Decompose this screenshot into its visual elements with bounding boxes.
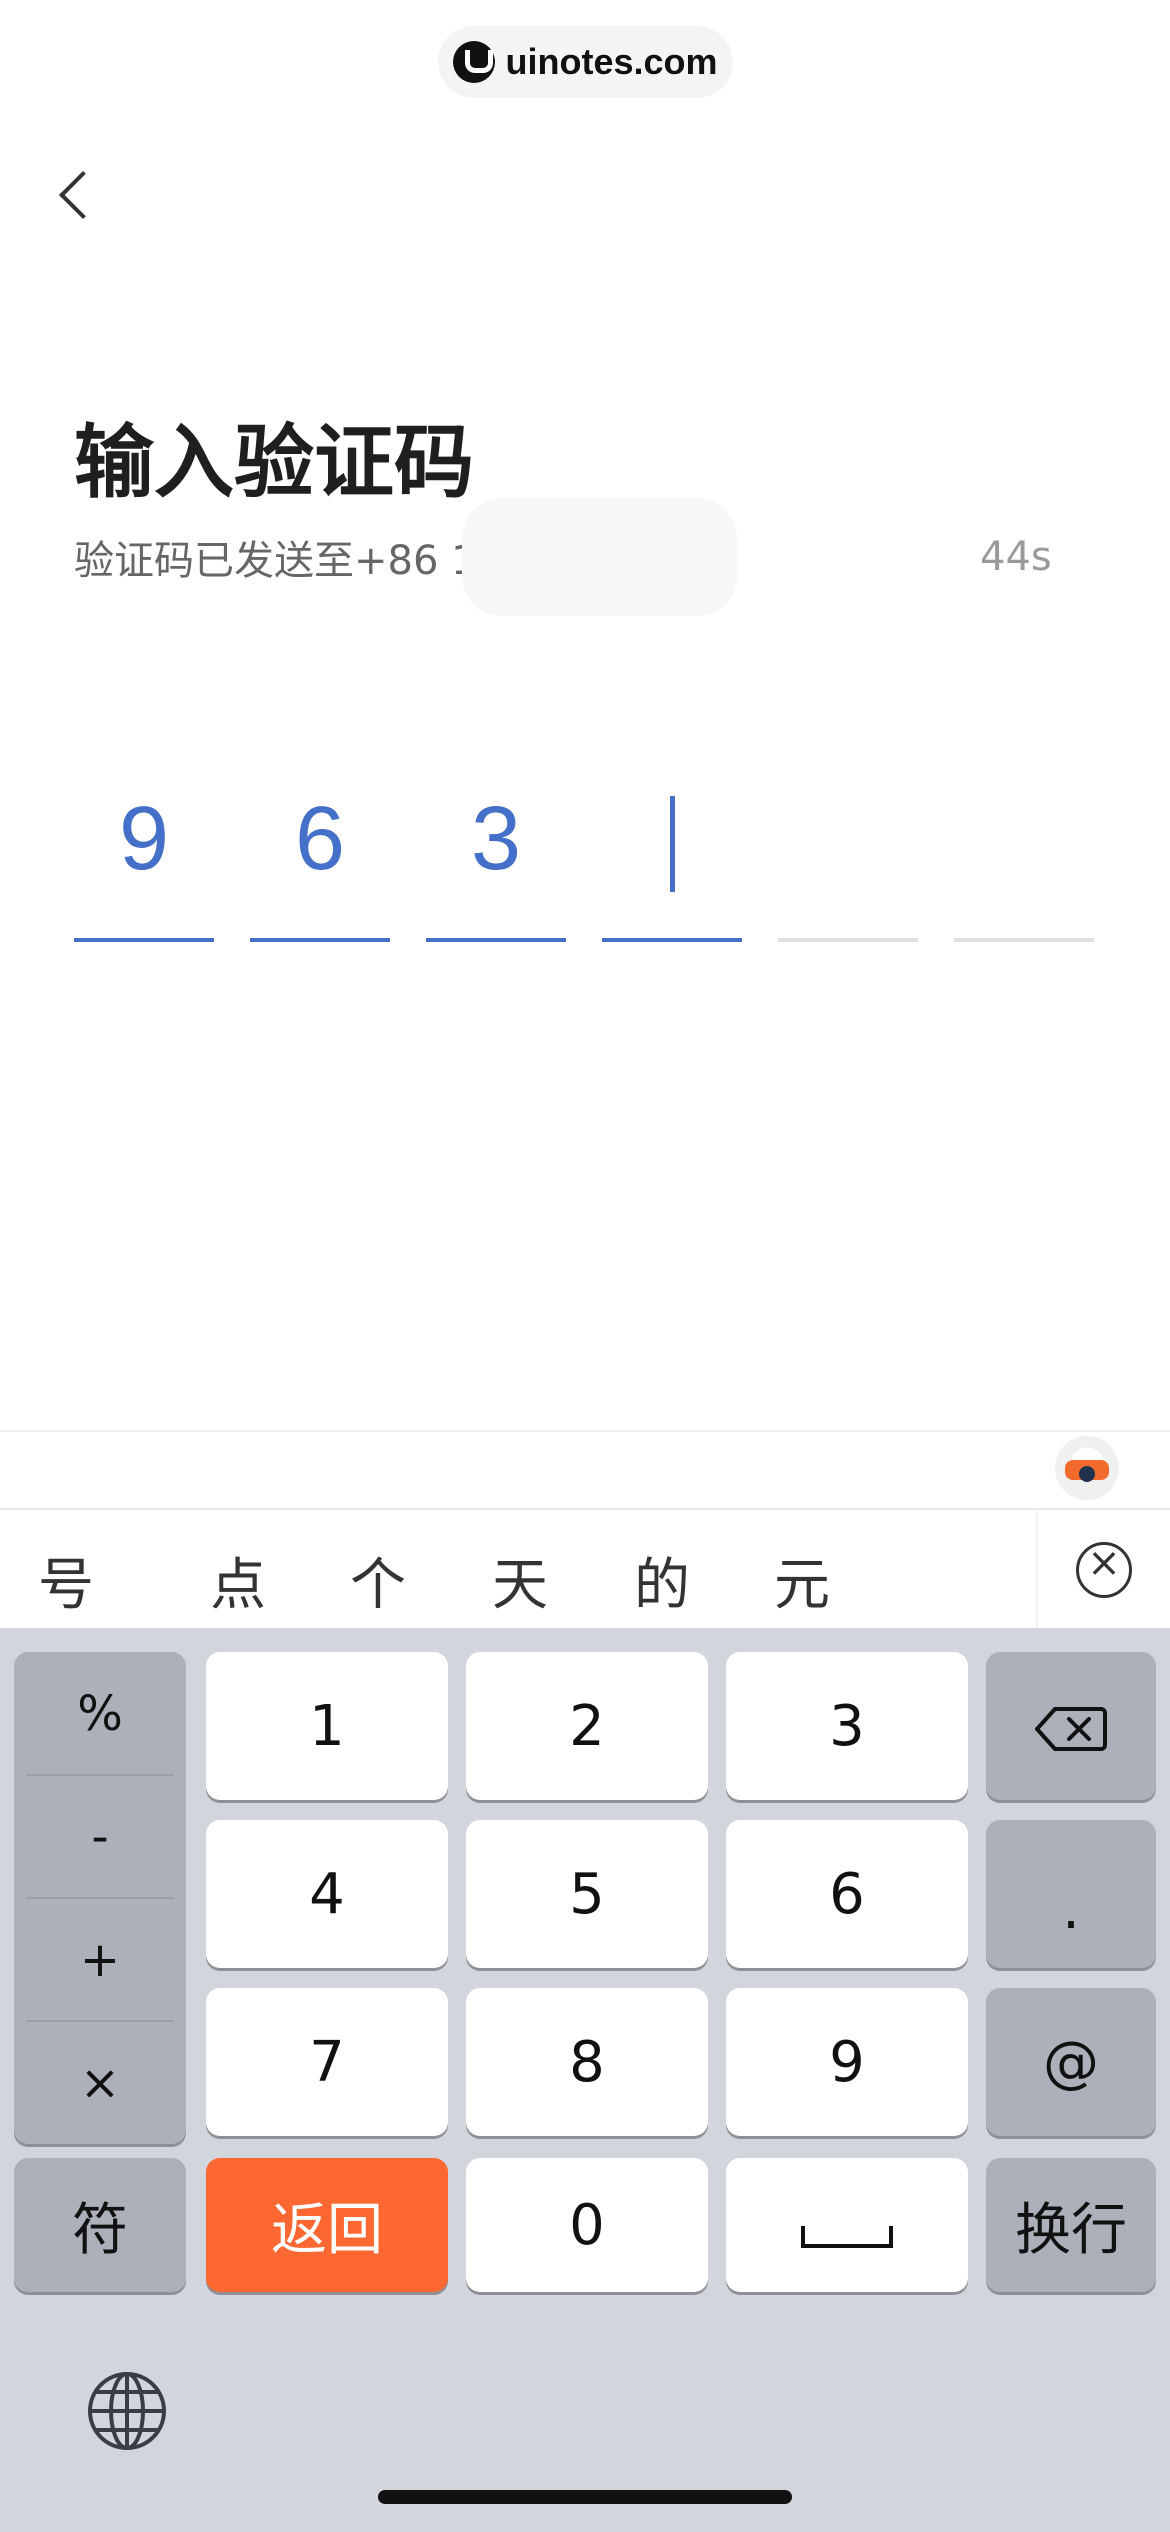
key-7[interactable]: 7 [206,1988,448,2136]
candidate-item[interactable]: 点 [210,1540,266,1621]
key-4[interactable]: 4 [206,1820,448,1968]
numeric-keyboard: % - + × 1 2 3 4 5 6 . 7 8 9 @ 符 返回 0 换行 [0,1628,1170,2532]
text-cursor [670,796,675,892]
watermark-text: uinotes.com [505,41,718,82]
key-8[interactable]: 8 [466,1988,708,2136]
key-1[interactable]: 1 [206,1652,448,1800]
space-icon [801,2226,893,2248]
key-at[interactable]: @ [986,1988,1156,2136]
candidate-item[interactable]: 的 [634,1540,690,1621]
resend-countdown: 44s [980,534,1052,580]
key-0[interactable]: 0 [466,2158,708,2292]
watermark: uinotes.com [438,26,733,98]
code-slot[interactable]: 9 [74,770,214,942]
keyboard-toolbar-divider [0,1430,1170,1432]
return-key[interactable]: 返回 [206,2158,448,2292]
symbol-key[interactable]: 符 [14,2158,186,2292]
code-slot[interactable]: 3 [426,770,566,942]
keyboard-assistant-icon[interactable] [1055,1436,1119,1500]
code-slot[interactable] [954,770,1094,942]
candidate-item[interactable]: 天 [492,1540,548,1621]
verification-code-input[interactable]: 9 6 3 [74,770,1096,942]
key-plus[interactable]: + [14,1898,186,2021]
key-9[interactable]: 9 [726,1988,968,2136]
code-digit: 3 [470,789,522,889]
candidate-item[interactable]: 个 [350,1540,406,1621]
backspace-icon [1035,1702,1107,1751]
key-6[interactable]: 6 [726,1820,968,1968]
code-slot[interactable]: 6 [250,770,390,942]
key-multiply[interactable]: × [14,2021,186,2144]
page-title: 输入验证码 [74,416,474,509]
close-candidates-button[interactable]: × [1036,1510,1170,1630]
code-slot[interactable] [778,770,918,942]
candidate-bar: 号 点 个 天 的 元 × [0,1508,1170,1630]
home-indicator [378,2490,792,2504]
uinotes-logo-icon [453,41,496,83]
backspace-key[interactable] [986,1652,1156,1800]
space-key[interactable] [726,2158,968,2292]
code-digit: 6 [294,789,346,889]
phone-number-mask [462,498,737,616]
newline-key[interactable]: 换行 [986,2158,1156,2292]
key-minus[interactable]: - [14,1775,186,1898]
sent-to-text: 验证码已发送至+86 1 [74,538,477,584]
key-dot[interactable]: . [986,1820,1156,1968]
key-3[interactable]: 3 [726,1652,968,1800]
key-percent[interactable]: % [14,1652,186,1775]
key-5[interactable]: 5 [466,1820,708,1968]
candidate-item[interactable]: 号 [38,1540,94,1621]
code-slot-active[interactable] [602,770,742,942]
close-icon: × [1087,1540,1121,1586]
code-digit: 9 [118,789,170,889]
back-button[interactable] [46,160,106,230]
key-2[interactable]: 2 [466,1652,708,1800]
globe-icon[interactable] [86,2370,168,2452]
symbol-column: % - + × [14,1652,186,2144]
candidate-item[interactable]: 元 [774,1540,830,1621]
